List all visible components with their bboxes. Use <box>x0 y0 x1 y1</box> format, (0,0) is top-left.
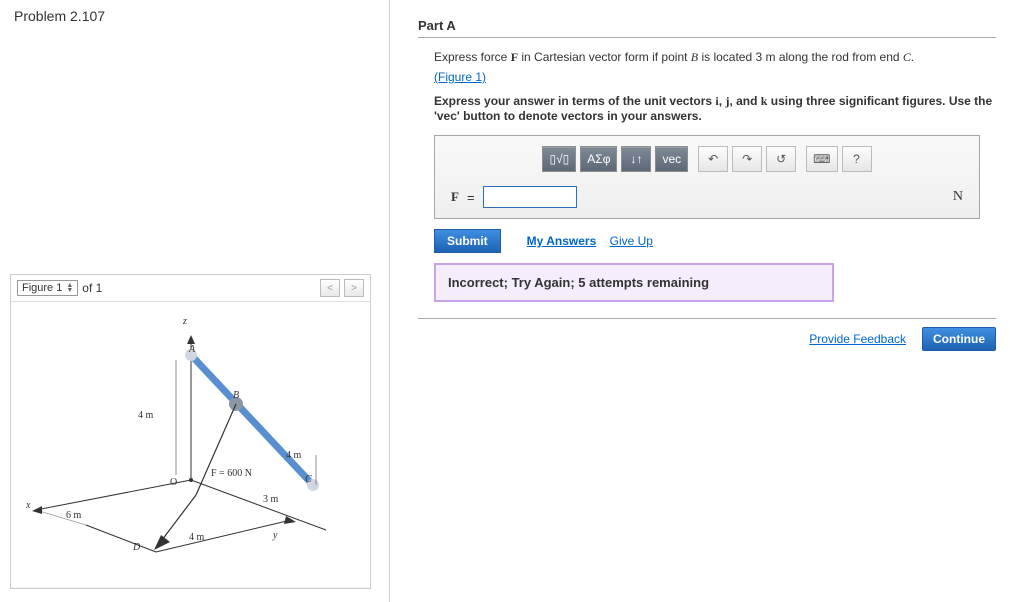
label-B: B <box>233 390 239 401</box>
label-force: F = 600 N <box>211 468 252 479</box>
template-button[interactable]: ▯√▯ <box>542 146 576 172</box>
figure-body: z A B O C D x y 4 m 4 m 3 m 4 m 6 m F = … <box>11 302 370 587</box>
answer-lhs: F <box>451 189 459 205</box>
undo-button[interactable]: ↶ <box>698 146 728 172</box>
figure-next-button[interactable]: > <box>344 279 364 297</box>
figure-prev-button[interactable]: < <box>320 279 340 297</box>
figure-selector-label: Figure 1 <box>22 282 62 294</box>
figure-link[interactable]: (Figure 1) <box>434 70 486 84</box>
problem-title: Problem 2.107 <box>0 0 389 32</box>
subscript-button[interactable]: ↓↑ <box>621 146 651 172</box>
continue-button[interactable]: Continue <box>922 327 996 351</box>
left-panel: Problem 2.107 Figure 1 ▲▼ of 1 < > <box>0 0 390 602</box>
label-y: y <box>273 530 277 541</box>
label-O: O <box>170 477 177 488</box>
label-3m: 3 m <box>263 494 278 505</box>
figure-selector[interactable]: Figure 1 ▲▼ <box>17 280 78 296</box>
label-6m: 6 m <box>66 510 81 521</box>
label-4m-right: 4 m <box>286 450 301 461</box>
label-4m-top: 4 m <box>138 410 153 421</box>
label-4m-bottom: 4 m <box>189 532 204 543</box>
submit-button[interactable]: Submit <box>434 229 501 253</box>
give-up-link[interactable]: Give Up <box>610 234 653 248</box>
answer-equals: = <box>467 190 475 205</box>
answer-input[interactable] <box>483 186 577 208</box>
keyboard-button[interactable]: ⌨ <box>806 146 837 172</box>
vec-button[interactable]: vec <box>655 146 688 172</box>
figure-count: of 1 <box>82 281 102 295</box>
figure-panel: Figure 1 ▲▼ of 1 < > <box>10 274 371 589</box>
var-F: F <box>511 50 518 64</box>
label-z: z <box>183 316 187 327</box>
prompt-line: Express force F in Cartesian vector form… <box>434 48 996 66</box>
reset-button[interactable]: ↺ <box>766 146 796 172</box>
answer-unit: N <box>953 189 963 205</box>
part-heading: Part A <box>418 18 996 38</box>
label-C: C <box>305 474 312 485</box>
greek-button[interactable]: ΑΣφ <box>580 146 617 172</box>
feedback-message: Incorrect; Try Again; 5 attempts remaini… <box>434 263 834 302</box>
right-panel: Part A Express force F in Cartesian vect… <box>390 0 1010 602</box>
provide-feedback-link[interactable]: Provide Feedback <box>809 332 906 346</box>
label-A: A <box>189 344 195 355</box>
label-D: D <box>133 542 140 553</box>
equation-toolbar: ▯√▯ ΑΣφ ↓↑ vec ↶ ↷ ↺ ⌨ ? <box>445 146 969 172</box>
stepper-icon: ▲▼ <box>66 283 73 293</box>
answer-box: ▯√▯ ΑΣφ ↓↑ vec ↶ ↷ ↺ ⌨ ? <box>434 135 980 219</box>
instruction: Express your answer in terms of the unit… <box>434 94 996 123</box>
label-x: x <box>26 500 30 511</box>
var-C: C <box>903 50 911 64</box>
redo-button[interactable]: ↷ <box>732 146 762 172</box>
help-button[interactable]: ? <box>842 146 872 172</box>
my-answers-link[interactable]: My Answers <box>527 234 597 248</box>
